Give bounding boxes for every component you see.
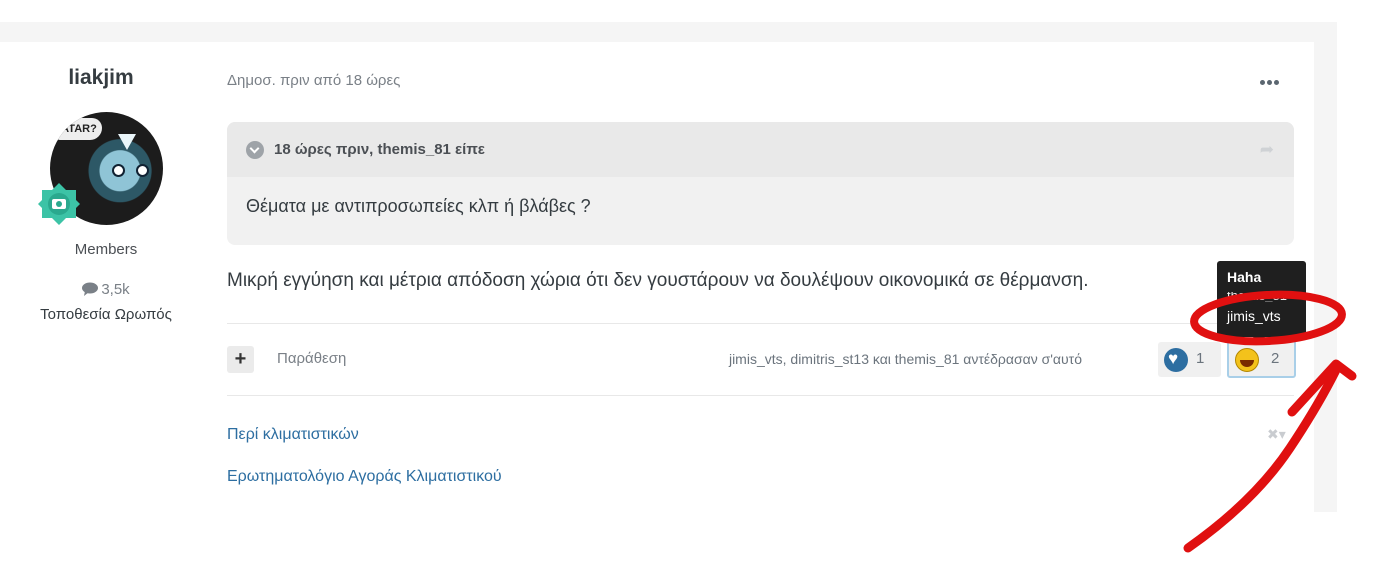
comment-icon (82, 282, 99, 296)
post-body: Μικρή εγγύηση και μέτρια απόδοση χώρια ό… (227, 270, 1089, 291)
post-count-value: 3,5k (101, 281, 130, 298)
signature-link[interactable]: Ερωτηματολόγιο Αγοράς Κλιματιστικού (227, 468, 502, 486)
avatar-speech-text: ATAR? (56, 118, 102, 140)
tooltip-user-partial: themis_81 (1227, 292, 1287, 302)
member-group: Members (74, 241, 138, 258)
reaction-count: 1 (1196, 350, 1205, 367)
divider (227, 395, 1294, 396)
forum-post: liakjim ATAR? Members 3,5k Τοποθεσία Ωρω… (0, 42, 1314, 512)
signature-link[interactable]: Περί κλιματιστικών (227, 426, 359, 444)
heart-icon (1164, 348, 1188, 372)
quote-header[interactable]: 18 ώρες πριν, themis_81 είπε ➦ (227, 122, 1294, 177)
reactions-summary[interactable]: jimis_vts, dimitris_st13 και themis_81 α… (729, 351, 1082, 367)
chevron-down-icon[interactable] (246, 140, 264, 159)
quote-block: 18 ώρες πριν, themis_81 είπε ➦ Θέματα με… (227, 122, 1294, 245)
avatar-eye-left (112, 164, 125, 177)
reaction-count: 2 (1271, 350, 1280, 367)
quote-author: 18 ώρες πριν, themis_81 είπε (274, 141, 485, 158)
multiquote-button[interactable]: + (227, 346, 254, 373)
post-count: 3,5k (0, 281, 212, 298)
close-signature-icon[interactable]: ✖▾ (1267, 426, 1286, 443)
divider (227, 323, 1294, 324)
more-options-icon[interactable] (1256, 72, 1282, 88)
reaction-haha[interactable]: 2 (1227, 340, 1296, 378)
post-timestamp[interactable]: Δημοσ. πριν από 18 ώρες (227, 72, 400, 89)
tooltip-title: Haha (1227, 269, 1262, 285)
tooltip-user: jimis_vts (1227, 308, 1281, 324)
author-name[interactable]: liakjim (0, 66, 202, 90)
reaction-tooltip: Haha themis_81 jimis_vts (1217, 261, 1306, 343)
rank-badge-icon (38, 183, 80, 225)
avatar-eye-right (136, 164, 149, 177)
author-location: Τοποθεσία Ωρωπός (40, 306, 172, 323)
reaction-like[interactable]: 1 (1158, 342, 1221, 377)
share-arrow-icon[interactable]: ➦ (1260, 140, 1274, 160)
avatar-arrow-mark (118, 134, 136, 150)
quote-button[interactable]: Παράθεση (277, 350, 346, 367)
quote-body: Θέματα με αντιπροσωπείες κλπ ή βλάβες ? (246, 196, 591, 216)
laughing-face-icon (1235, 348, 1259, 372)
